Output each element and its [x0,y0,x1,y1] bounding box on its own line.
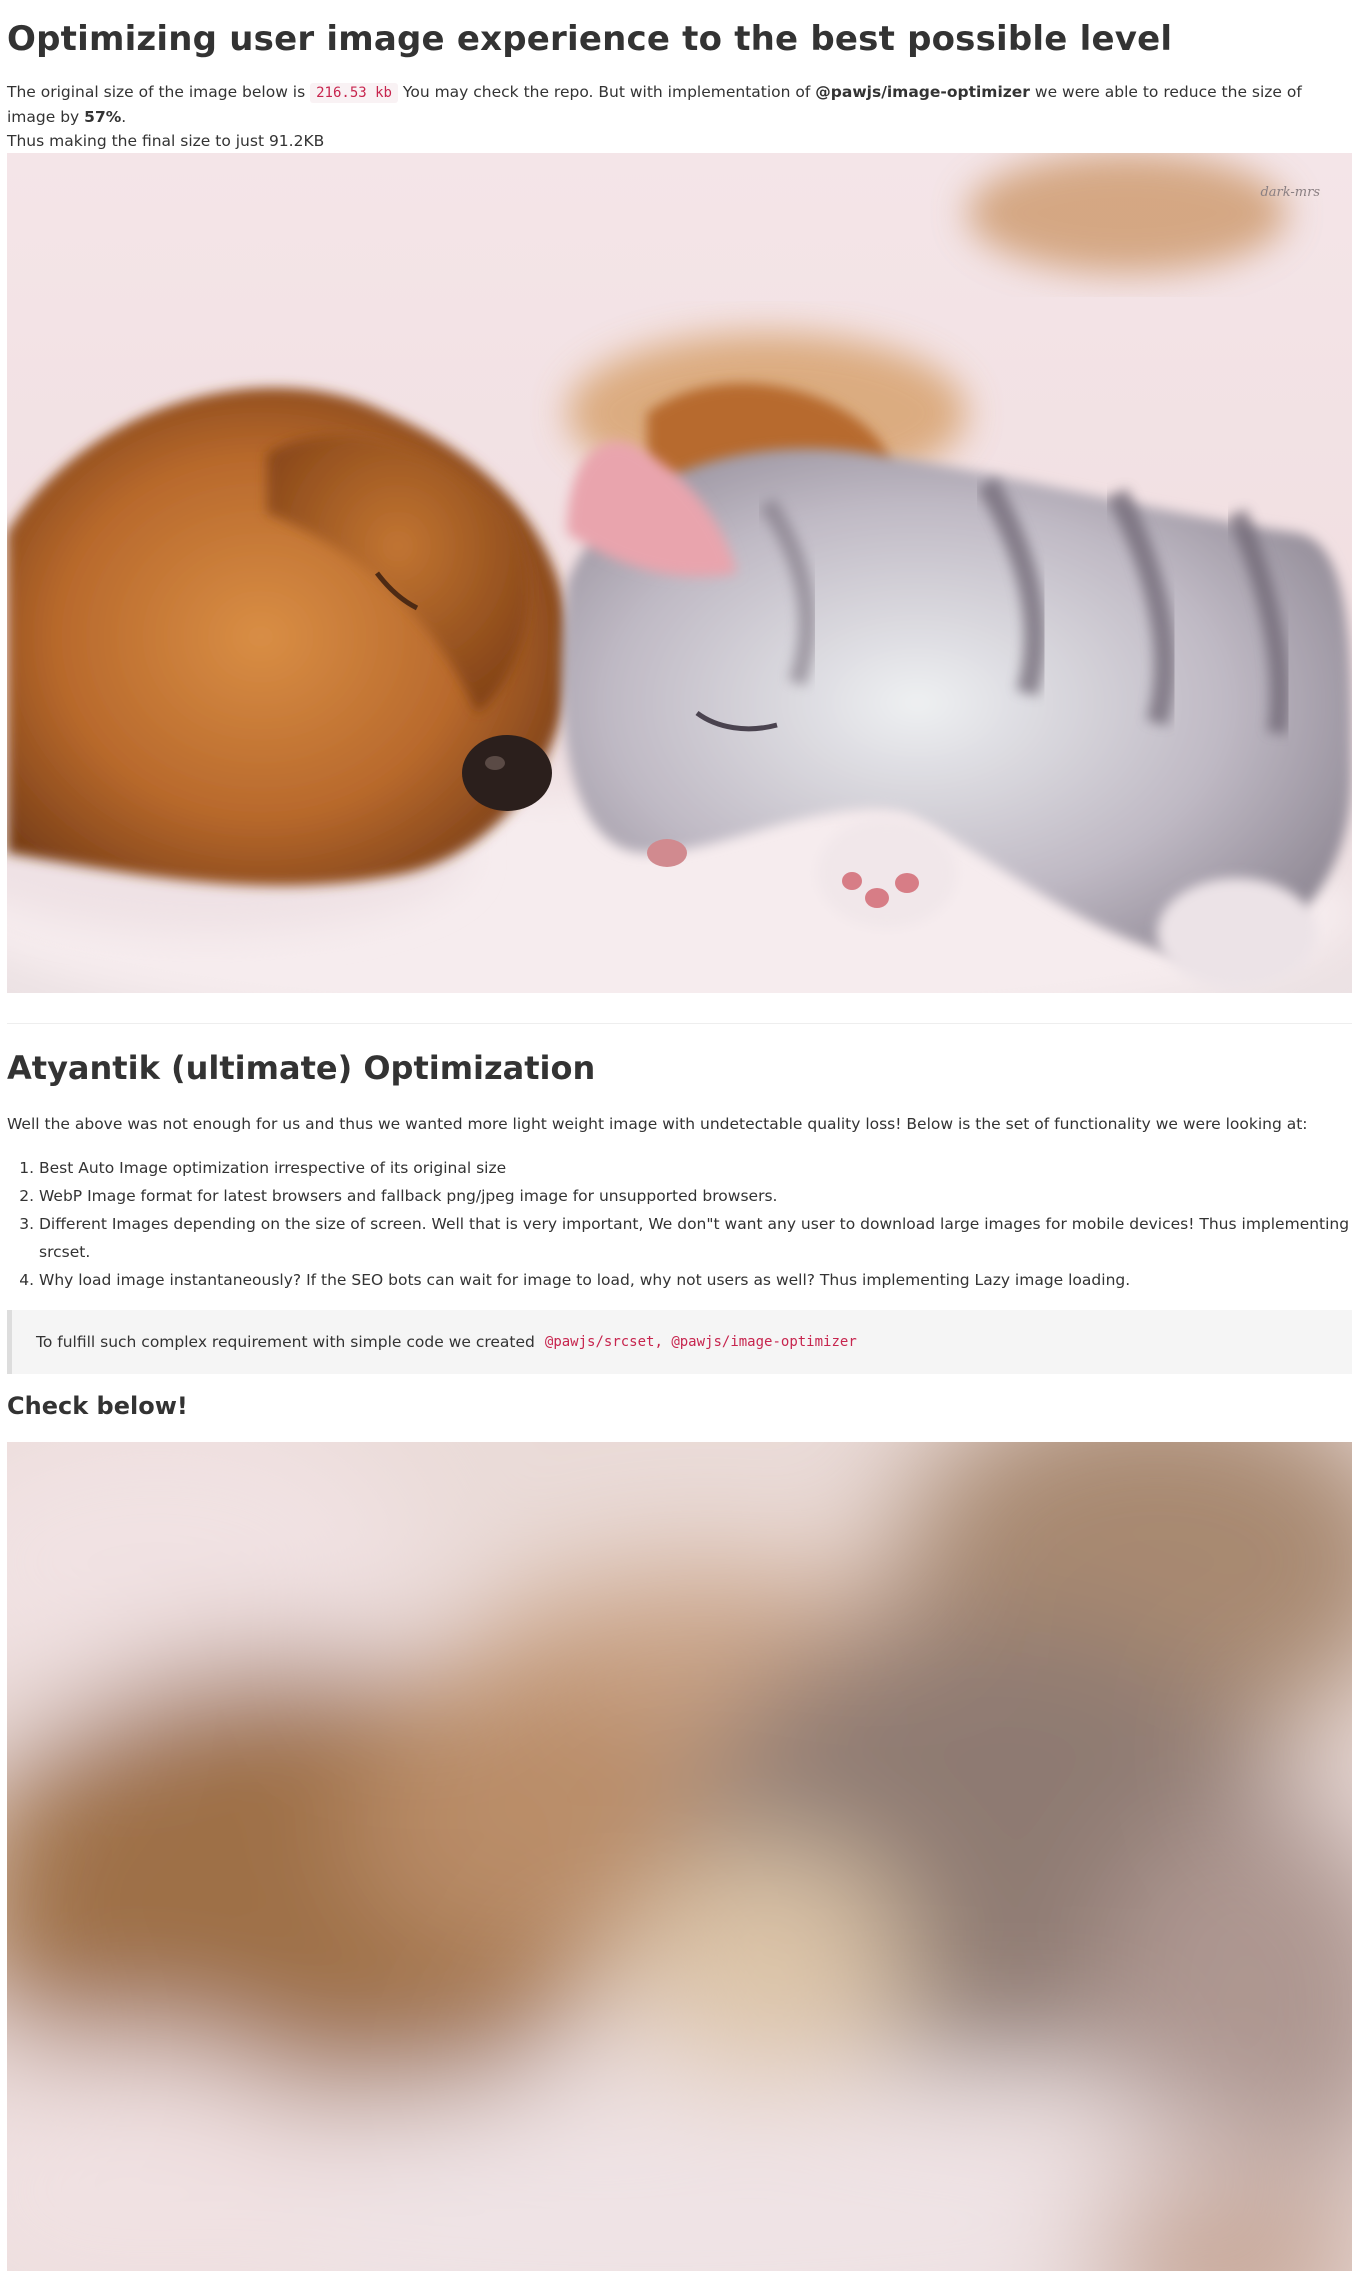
watermark-logo: dark-mrs [1260,185,1320,200]
original-size-code: 216.53 kb [310,83,398,103]
blurred-image [7,1442,1352,2271]
section-divider [7,1023,1352,1024]
feature-list: Best Auto Image optimization irrespectiv… [7,1154,1352,1294]
list-item: Different Images depending on the size o… [39,1210,1352,1266]
list-item: Why load image instantaneously? If the S… [39,1266,1352,1294]
check-heading: Check below! [7,1392,188,1420]
hero-image: dark-mrs [7,153,1352,993]
list-item: Best Auto Image optimization irrespectiv… [39,1154,1352,1182]
blockquote-code: @pawjs/srcset, @pawjs/image-optimizer [544,1334,857,1350]
list-item: WebP Image format for latest browsers an… [39,1182,1352,1210]
section-description: Well the above was not enough for us and… [7,1115,1308,1133]
blockquote: To fulfill such complex requirement with… [7,1310,1352,1374]
intro-text-2: You may check the repo. But with impleme… [402,83,811,101]
intro-text-5: Thus making the final size to just 91.2K… [7,132,325,150]
page-title: Optimizing user image experience to the … [7,19,1173,59]
intro-paragraph: The original size of the image below is … [7,80,1352,153]
package-name: @pawjs/image-optimizer [815,83,1030,101]
section-title: Atyantik (ultimate) Optimization [7,1049,596,1087]
intro-text-4: . [121,108,127,126]
reduction-percent: 57% [84,108,122,126]
intro-text-1: The original size of the image below is [7,83,306,101]
page: Optimizing user image experience to the … [0,0,1359,2271]
puppy-kitten-illustration [7,153,1352,993]
blockquote-text: To fulfill such complex requirement with… [36,1333,535,1351]
lazy-loaded-image-placeholder [7,1442,1352,2271]
